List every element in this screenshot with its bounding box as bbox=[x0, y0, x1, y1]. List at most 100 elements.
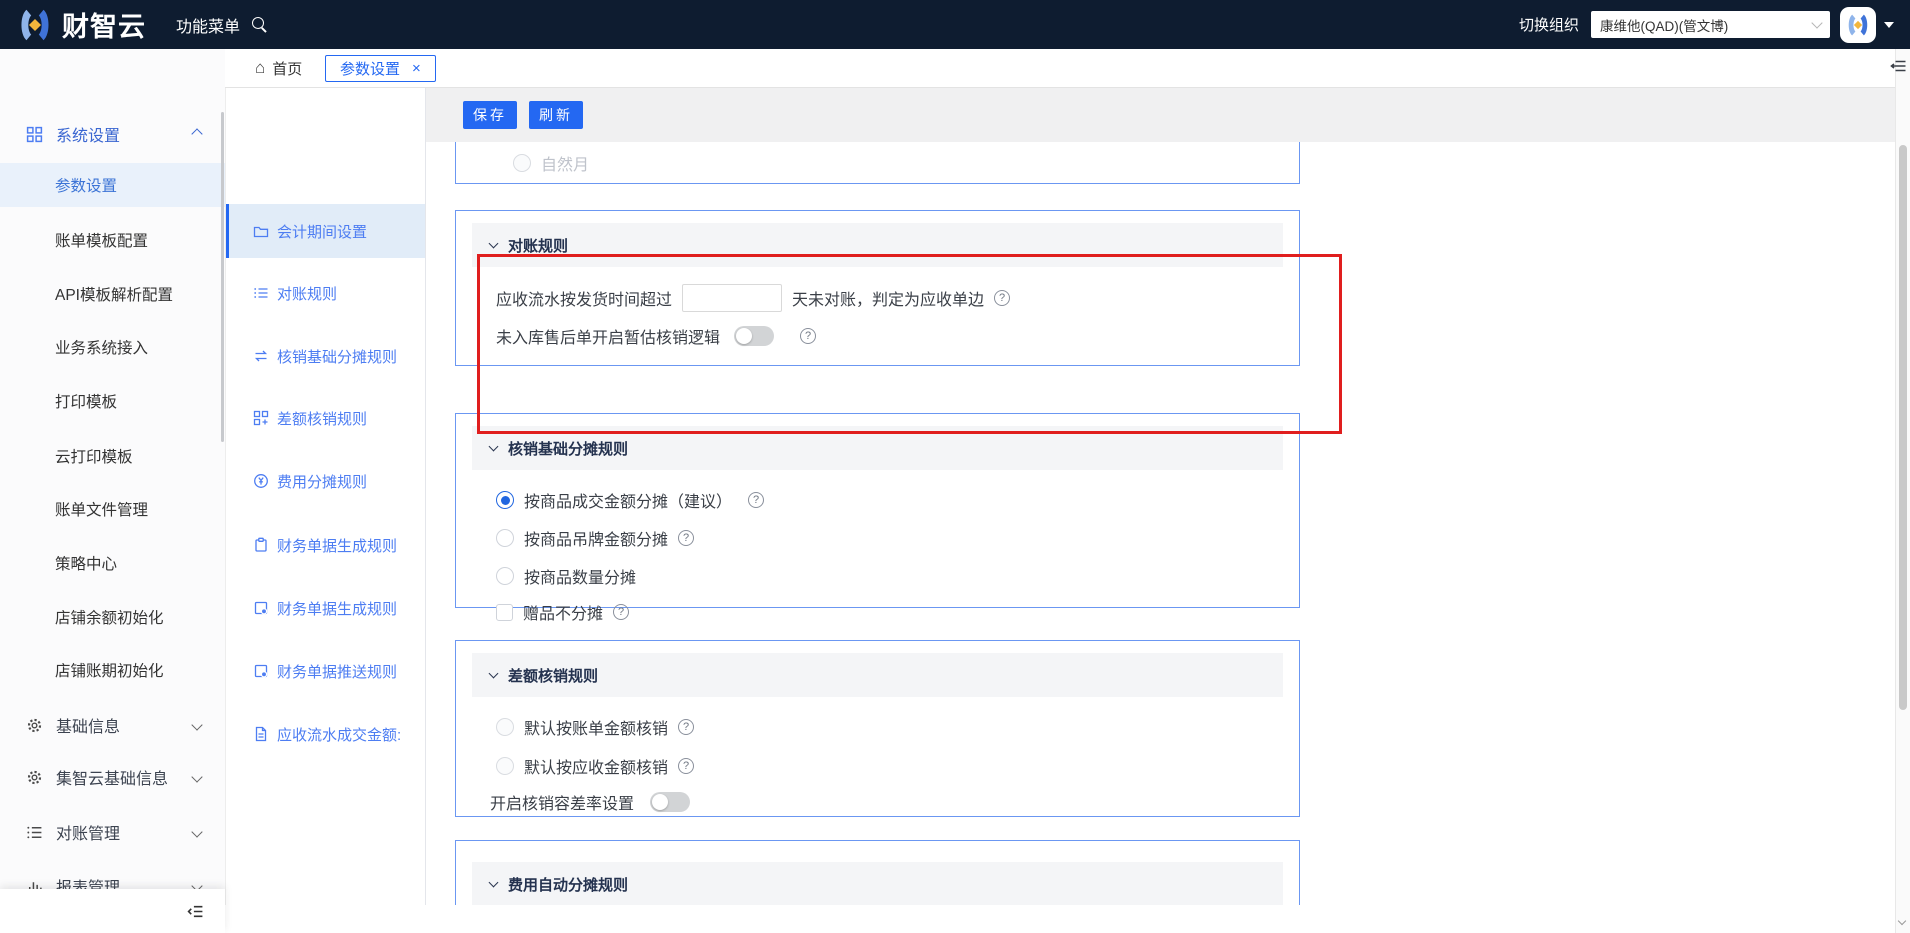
grid-plus-icon bbox=[253, 410, 269, 426]
sidebar-item-bill-file[interactable]: 账单文件管理 bbox=[0, 487, 225, 531]
submenu-item-finance-doc-push-rules[interactable]: 财务单据推送规则 bbox=[226, 644, 425, 698]
help-icon[interactable]: ? bbox=[748, 492, 765, 508]
help-icon[interactable]: ? bbox=[678, 719, 695, 735]
grid-icon bbox=[26, 126, 44, 143]
doc-user-icon bbox=[253, 663, 269, 679]
close-icon[interactable]: × bbox=[412, 61, 421, 76]
sidebar-item-print-template[interactable]: 打印模板 bbox=[0, 379, 225, 423]
submenu-item-finance-doc-generate-rules-2[interactable]: 财务单据生成规则 bbox=[226, 581, 425, 635]
card-title: 对账规则 bbox=[508, 237, 569, 255]
chevron-down-icon bbox=[191, 823, 203, 841]
card-header-difference[interactable]: 差额核销规则 bbox=[472, 653, 1283, 697]
card-writeoff-base-rules: 核销基础分摊规则 按商品成交金额分摊（建议） ? 按商品吊牌金额分摊 ? 按商品… bbox=[455, 413, 1300, 623]
sidebar-item-cloud-print-template[interactable]: 云打印模板 bbox=[0, 434, 225, 478]
card-title: 差额核销规则 bbox=[508, 667, 599, 685]
card-fee-auto-rules: 费用自动分摊规则 bbox=[455, 840, 1300, 905]
help-icon[interactable]: ? bbox=[678, 530, 695, 546]
card-difference-writeoff-rules: 差额核销规则 默认按账单金额核销 ? 默认按应收金额核销 ? 开启核销容差率设置 bbox=[455, 640, 1300, 817]
sidebar-item-label: 店铺余额初始化 bbox=[55, 610, 164, 627]
default-bill-amount-radio[interactable] bbox=[496, 718, 514, 736]
tab-home[interactable]: ⌂ 首页 bbox=[255, 49, 302, 87]
sidebar-group-system-settings[interactable]: 系统设置 bbox=[0, 112, 225, 156]
sidebar-group-basic-info[interactable]: 基础信息 bbox=[0, 703, 225, 747]
overdue-days-input[interactable] bbox=[682, 284, 783, 312]
scrollbar-thumb[interactable] bbox=[1899, 145, 1907, 710]
sidebar-item-label: 业务系统接入 bbox=[55, 340, 149, 357]
sidebar-item-label: API模板解析配置 bbox=[55, 287, 173, 304]
list-icon bbox=[26, 824, 44, 841]
sidebar-group-label: 集智云基础信息 bbox=[56, 771, 169, 788]
save-button[interactable]: 保存 bbox=[463, 101, 517, 129]
sidebar-scrollbar[interactable] bbox=[221, 112, 224, 442]
submenu-item-accounting-period[interactable]: 会计期间设置 bbox=[226, 204, 425, 258]
sidebar-item-api-template[interactable]: API模板解析配置 bbox=[0, 272, 225, 316]
org-select-value: 康维他(QAD)(管文博) bbox=[1600, 18, 1729, 34]
chevron-down-icon bbox=[488, 441, 499, 451]
tab-parameter-settings[interactable]: 参数设置 × bbox=[325, 55, 436, 82]
home-icon: ⌂ bbox=[255, 58, 266, 77]
tolerance-toggle[interactable] bbox=[650, 792, 691, 812]
default-receivable-amount-radio[interactable] bbox=[496, 757, 514, 775]
submenu-item-label: 财务单据生成规则 bbox=[277, 600, 398, 618]
sidebar-item-shop-balance-init[interactable]: 店铺余额初始化 bbox=[0, 595, 225, 639]
submenu-item-difference-writeoff-rules[interactable]: 差额核销规则 bbox=[226, 391, 425, 445]
overdue-days-prefix: 应收流水按发货时间超过 bbox=[496, 292, 673, 309]
card-accounting-period-partial: 自然月 bbox=[455, 142, 1300, 184]
sidebar-item-parameter-settings[interactable]: 参数设置 bbox=[0, 163, 225, 207]
submenu-item-label: 对账规则 bbox=[277, 285, 338, 303]
org-select[interactable]: 康维他(QAD)(管文博) bbox=[1591, 11, 1830, 38]
sidebar-item-label: 店铺账期初始化 bbox=[55, 663, 164, 680]
scroll-down-icon[interactable] bbox=[1897, 911, 1907, 929]
search-icon[interactable] bbox=[252, 16, 268, 33]
submenu-item-label: 财务单据生成规则 bbox=[277, 537, 398, 555]
submenu-item-reconciliation-rules[interactable]: 对账规则 bbox=[226, 266, 425, 320]
sidebar-item-label: 策略中心 bbox=[55, 556, 118, 573]
sidebar-group-label: 基础信息 bbox=[56, 719, 121, 736]
account-logo-button[interactable] bbox=[1840, 6, 1876, 43]
chevron-down-icon bbox=[488, 668, 499, 678]
allocate-by-deal-amount-radio[interactable] bbox=[496, 491, 514, 509]
doc-icon bbox=[253, 726, 269, 742]
help-icon[interactable]: ? bbox=[994, 290, 1011, 306]
submenu-item-writeoff-base-rules[interactable]: 核销基础分摊规则 bbox=[226, 329, 425, 383]
option-label: 赠品不分摊 bbox=[523, 606, 604, 623]
gift-no-allocation-checkbox[interactable] bbox=[496, 603, 513, 621]
sidebar-group-label: 系统设置 bbox=[56, 128, 121, 145]
submenu-item-label: 会计期间设置 bbox=[277, 223, 368, 241]
folder-icon bbox=[253, 223, 269, 239]
card-title: 费用自动分摊规则 bbox=[508, 876, 629, 894]
user-menu-caret-icon[interactable] bbox=[1884, 21, 1894, 28]
allocate-by-tag-amount-radio[interactable] bbox=[496, 529, 514, 547]
sidebar-item-bill-template[interactable]: 账单模板配置 bbox=[0, 218, 225, 262]
natural-month-radio[interactable] bbox=[513, 153, 531, 172]
help-icon[interactable]: ? bbox=[800, 328, 817, 344]
help-icon[interactable]: ? bbox=[678, 758, 695, 774]
estimate-writeoff-toggle[interactable] bbox=[734, 326, 775, 346]
sidebar-item-strategy-center[interactable]: 策略中心 bbox=[0, 541, 225, 585]
allocate-by-quantity-radio[interactable] bbox=[496, 567, 514, 585]
card-header-reconciliation[interactable]: 对账规则 bbox=[472, 223, 1283, 267]
toolbar: 保存 刷新 bbox=[426, 88, 1895, 142]
option-label: 按商品吊牌金额分摊 bbox=[524, 532, 669, 549]
submenu-item-receivable-flow-amount[interactable]: 应收流水成交金额: bbox=[226, 707, 425, 761]
sidebar-item-shop-period-init[interactable]: 店铺账期初始化 bbox=[0, 648, 225, 692]
card-header-fee-auto[interactable]: 费用自动分摊规则 bbox=[472, 862, 1283, 905]
collapse-sidebar-icon[interactable] bbox=[186, 903, 205, 920]
refresh-button[interactable]: 刷新 bbox=[529, 101, 583, 129]
sidebar-item-business-system[interactable]: 业务系统接入 bbox=[0, 325, 225, 369]
tab-list-icon[interactable] bbox=[1890, 58, 1907, 74]
sidebar-group-jizhiyun-basic-info[interactable]: 集智云基础信息 bbox=[0, 755, 225, 799]
card-header-writeoff-base[interactable]: 核销基础分摊规则 bbox=[472, 426, 1283, 470]
submenu-item-finance-doc-generate-rules[interactable]: 财务单据生成规则 bbox=[226, 518, 425, 572]
app-logo: 财智云 bbox=[16, 5, 146, 44]
sidebar-group-reconciliation-mgmt[interactable]: 对账管理 bbox=[0, 810, 225, 854]
rules-submenu: 会计期间设置 对账规则 核销基础分摊规则 差额核销规则 费用分摊规则 财务单据生… bbox=[225, 88, 426, 905]
sidebar-item-label: 参数设置 bbox=[55, 178, 118, 195]
submenu-item-label: 差额核销规则 bbox=[277, 410, 368, 428]
tab-bar: ⌂ 首页 参数设置 × bbox=[225, 49, 1895, 88]
gear-icon bbox=[26, 717, 44, 734]
top-bar: 财智云 功能菜单 切换组织 康维他(QAD)(管文博) bbox=[0, 0, 1910, 49]
function-menu-button[interactable]: 功能菜单 bbox=[176, 13, 240, 37]
help-icon[interactable]: ? bbox=[613, 604, 630, 620]
submenu-item-fee-allocation-rules[interactable]: 费用分摊规则 bbox=[226, 454, 425, 508]
